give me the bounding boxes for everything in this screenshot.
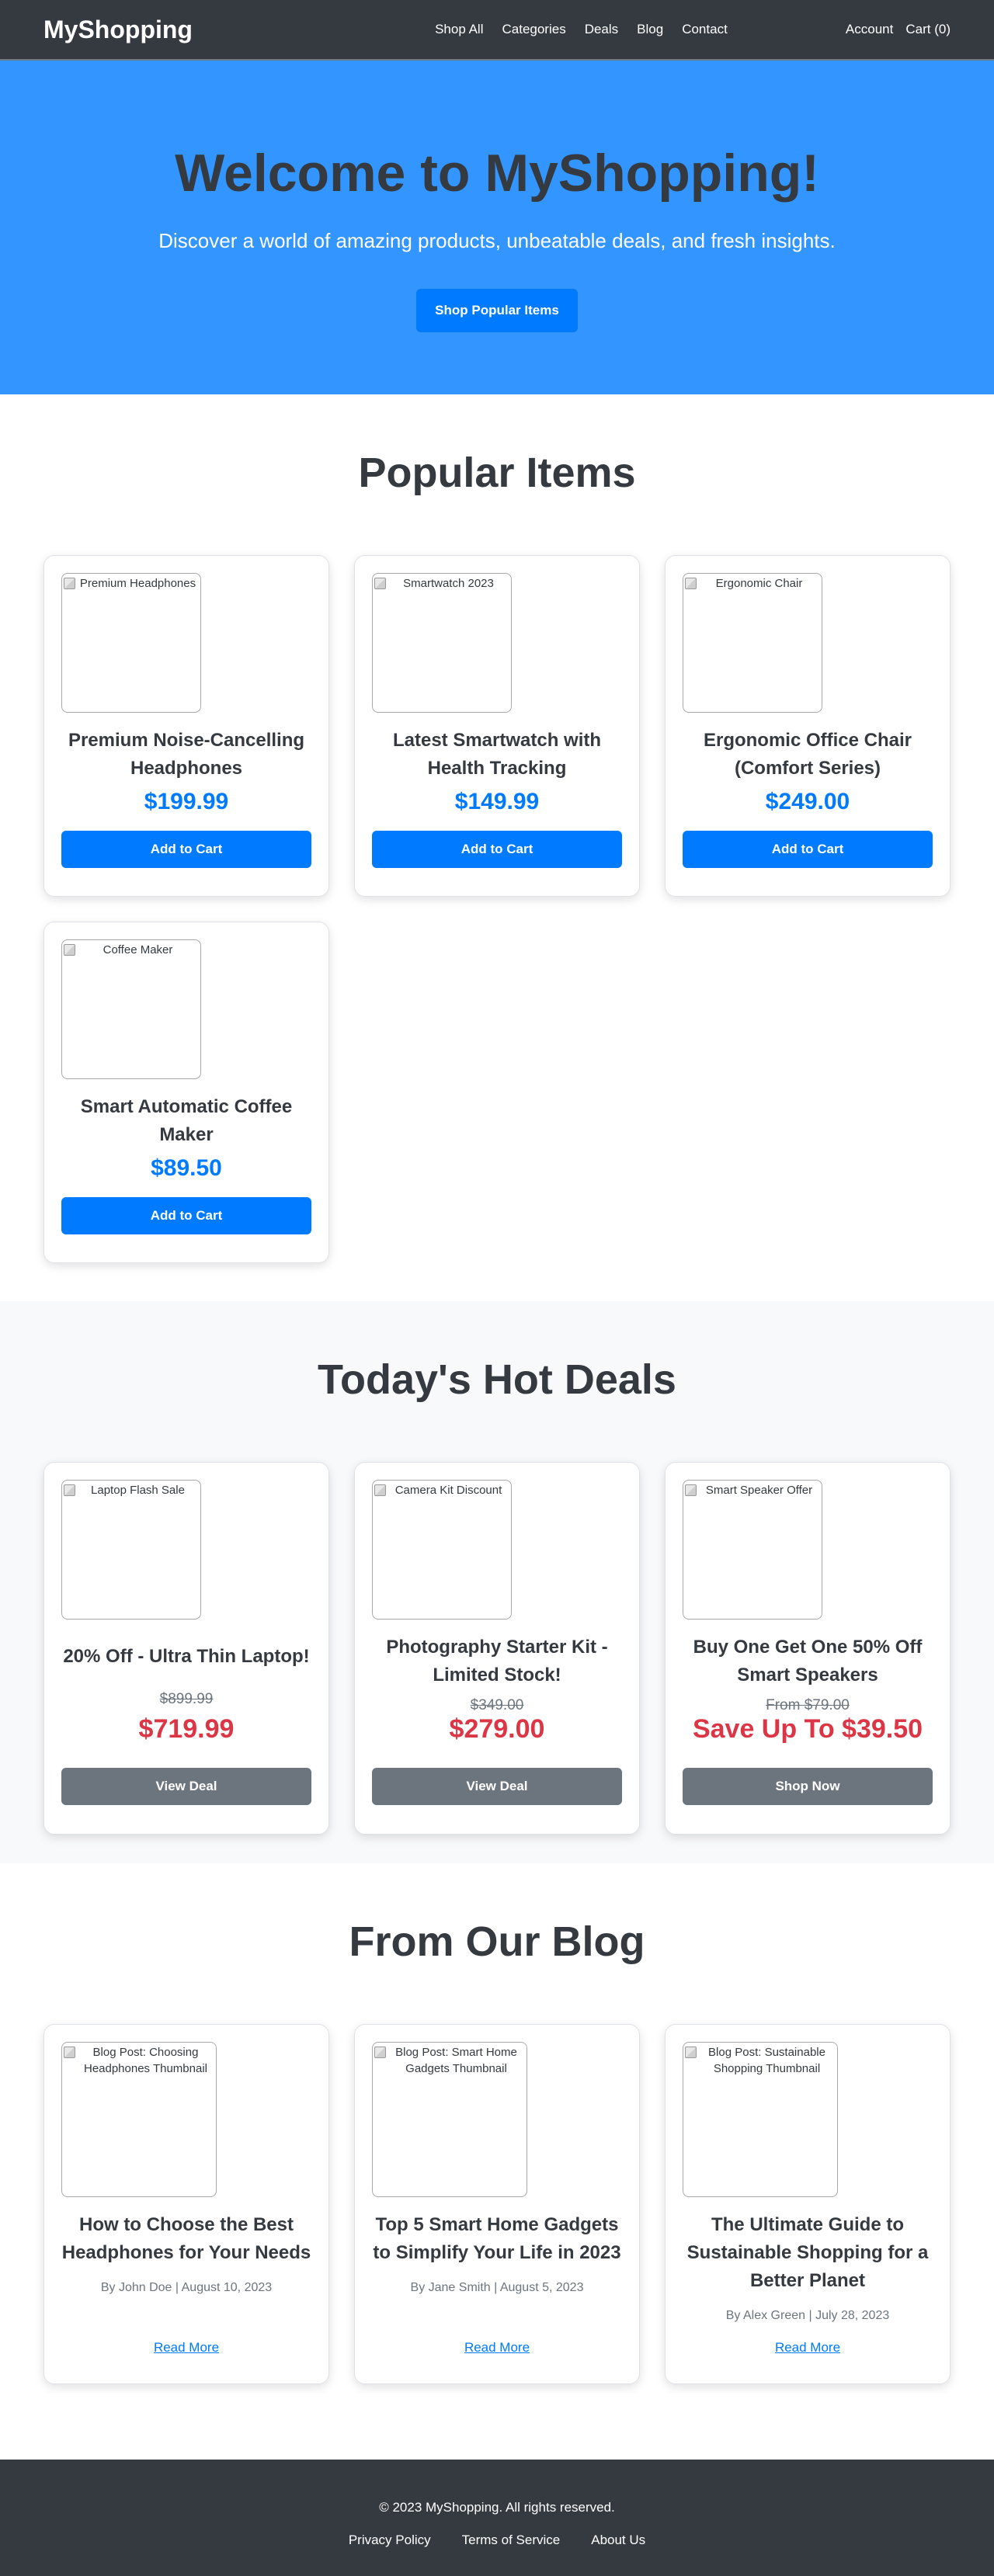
- product-card: Premium Headphones Premium Noise-Cancell…: [43, 555, 329, 897]
- deal-old-price: From $79.00: [766, 1697, 850, 1714]
- view-deal-button[interactable]: View Deal: [61, 1768, 311, 1806]
- product-image: Smartwatch 2023: [372, 573, 512, 713]
- site-header: MyShopping Shop All Categories Deals Blo…: [0, 0, 994, 61]
- nav-contact[interactable]: Contact: [682, 22, 728, 37]
- nav-categories[interactable]: Categories: [502, 22, 565, 37]
- site-footer: © 2023 MyShopping. All rights reserved. …: [0, 2460, 994, 2576]
- user-nav: Account Cart (0): [846, 22, 951, 37]
- terms-of-service-link[interactable]: Terms of Service: [462, 2533, 561, 2548]
- product-name: Premium Noise-Cancelling Headphones: [68, 730, 305, 779]
- broken-image-icon: [685, 1484, 697, 1497]
- privacy-policy-link[interactable]: Privacy Policy: [349, 2533, 431, 2548]
- main-nav: Shop All Categories Deals Blog Contact: [311, 22, 728, 37]
- deal-card: Smart Speaker Offer Buy One Get One 50% …: [665, 1462, 951, 1835]
- product-card: Ergonomic Chair Ergonomic Office Chair (…: [665, 555, 951, 897]
- broken-image-icon: [64, 578, 75, 590]
- broken-image-icon: [374, 2047, 386, 2059]
- nav-shop-all[interactable]: Shop All: [435, 22, 483, 37]
- product-image: Ergonomic Chair: [683, 573, 822, 713]
- popular-items-section: Popular Items Premium Headphones Premium…: [0, 394, 994, 1301]
- nav-deals[interactable]: Deals: [585, 22, 618, 37]
- product-grid: Premium Headphones Premium Noise-Cancell…: [43, 555, 951, 1264]
- blog-post-meta: By John Doe | August 10, 2023: [100, 2281, 273, 2295]
- product-name: Ergonomic Office Chair (Comfort Series): [703, 730, 912, 779]
- broken-image-icon: [374, 1484, 386, 1497]
- deal-title: Photography Starter Kit - Limited Stock!: [386, 1637, 608, 1686]
- deal-price: $279.00: [449, 1714, 545, 1745]
- add-to-cart-button[interactable]: Add to Cart: [372, 831, 622, 869]
- blog-grid: Blog Post: Choosing Headphones Thumbnail…: [43, 2024, 951, 2385]
- hero-title: Welcome to MyShopping!: [175, 144, 819, 203]
- read-more-link[interactable]: Read More: [154, 2340, 219, 2356]
- product-price: $149.99: [454, 789, 540, 815]
- read-more-link[interactable]: Read More: [775, 2340, 840, 2356]
- blog-post-title: Top 5 Smart Home Gadgets to Simplify You…: [373, 2214, 621, 2264]
- deal-image: Smart Speaker Offer: [683, 1480, 822, 1620]
- add-to-cart-button[interactable]: Add to Cart: [61, 1197, 311, 1235]
- deal-grid: Laptop Flash Sale 20% Off - Ultra Thin L…: [43, 1462, 951, 1835]
- deal-price: Save Up To $39.50: [692, 1714, 923, 1745]
- product-name: Latest Smartwatch with Health Tracking: [392, 730, 602, 779]
- account-link[interactable]: Account: [846, 22, 893, 37]
- blog-post-meta: By Jane Smith | August 5, 2023: [410, 2281, 584, 2295]
- deal-old-price: $349.00: [470, 1697, 524, 1714]
- broken-image-icon: [685, 2047, 697, 2059]
- blog-section: From Our Blog Blog Post: Choosing Headph…: [0, 1863, 994, 2385]
- footer-links: Privacy Policy Terms of Service About Us: [0, 2533, 994, 2548]
- blog-thumbnail: Blog Post: Choosing Headphones Thumbnail: [61, 2042, 217, 2198]
- blog-thumbnail: Blog Post: Smart Home Gadgets Thumbnail: [372, 2042, 527, 2198]
- copyright-text: © 2023 MyShopping. All rights reserved.: [379, 2500, 615, 2515]
- broken-image-icon: [64, 944, 75, 956]
- add-to-cart-button[interactable]: Add to Cart: [683, 831, 933, 869]
- broken-image-icon: [64, 2047, 75, 2059]
- product-card: Coffee Maker Smart Automatic Coffee Make…: [43, 922, 329, 1264]
- deal-card: Laptop Flash Sale 20% Off - Ultra Thin L…: [43, 1462, 329, 1835]
- nav-blog[interactable]: Blog: [637, 22, 663, 37]
- hot-deals-section: Today's Hot Deals Laptop Flash Sale 20% …: [0, 1301, 994, 1863]
- section-title: Today's Hot Deals: [318, 1356, 676, 1403]
- blog-card: Blog Post: Choosing Headphones Thumbnail…: [43, 2024, 329, 2385]
- blog-card: Blog Post: Sustainable Shopping Thumbnai…: [665, 2024, 951, 2385]
- section-title: Popular Items: [358, 450, 636, 496]
- blog-card: Blog Post: Smart Home Gadgets Thumbnail …: [354, 2024, 640, 2385]
- deal-price: $719.99: [138, 1714, 235, 1745]
- view-deal-button[interactable]: View Deal: [372, 1768, 622, 1806]
- product-price: $199.99: [144, 789, 229, 815]
- deal-old-price: $899.99: [159, 1691, 214, 1708]
- product-name: Smart Automatic Coffee Maker: [80, 1096, 293, 1146]
- cart-link[interactable]: Cart (0): [905, 22, 951, 37]
- product-price: $249.00: [765, 789, 850, 815]
- hero-banner: Welcome to MyShopping! Discover a world …: [0, 61, 994, 394]
- blog-post-title: How to Choose the Best Headphones for Yo…: [61, 2214, 311, 2264]
- section-title: From Our Blog: [349, 1918, 645, 1965]
- about-us-link[interactable]: About Us: [591, 2533, 645, 2548]
- shop-popular-button[interactable]: Shop Popular Items: [416, 288, 578, 332]
- deal-card: Camera Kit Discount Photography Starter …: [354, 1462, 640, 1835]
- blog-thumbnail: Blog Post: Sustainable Shopping Thumbnai…: [683, 2042, 838, 2198]
- deal-title: Buy One Get One 50% Off Smart Speakers: [693, 1637, 923, 1686]
- product-card: Smartwatch 2023 Latest Smartwatch with H…: [354, 555, 640, 897]
- blog-post-title: The Ultimate Guide to Sustainable Shoppi…: [686, 2214, 929, 2292]
- product-image: Coffee Maker: [61, 939, 201, 1080]
- add-to-cart-button[interactable]: Add to Cart: [61, 831, 311, 869]
- broken-image-icon: [64, 1484, 75, 1497]
- deal-image: Camera Kit Discount: [372, 1480, 512, 1620]
- read-more-link[interactable]: Read More: [464, 2340, 530, 2356]
- site-logo[interactable]: MyShopping: [43, 16, 193, 44]
- product-price: $89.50: [151, 1155, 222, 1182]
- hero-subtitle: Discover a world of amazing products, un…: [158, 228, 836, 252]
- deal-image: Laptop Flash Sale: [61, 1480, 201, 1620]
- broken-image-icon: [374, 578, 386, 590]
- broken-image-icon: [685, 578, 697, 590]
- blog-post-meta: By Alex Green | July 28, 2023: [725, 2309, 890, 2323]
- product-image: Premium Headphones: [61, 573, 201, 713]
- shop-now-button[interactable]: Shop Now: [683, 1768, 933, 1806]
- deal-title: 20% Off - Ultra Thin Laptop!: [63, 1646, 310, 1668]
